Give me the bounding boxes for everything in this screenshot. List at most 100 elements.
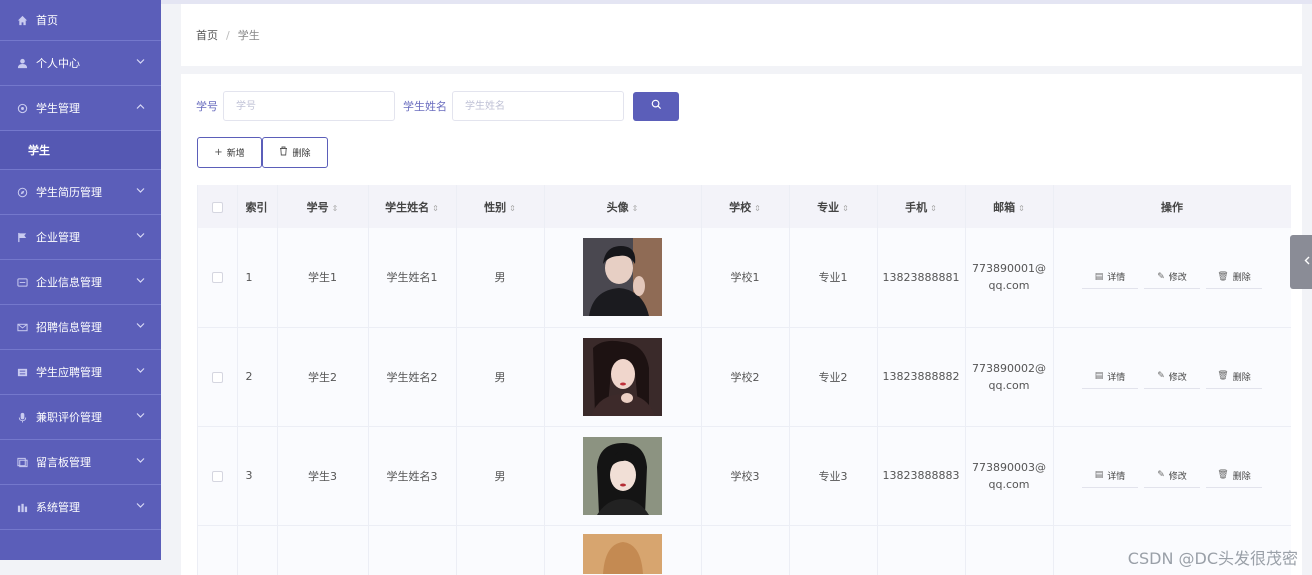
sort-icon[interactable]: ⇕ xyxy=(930,204,937,213)
sidebar-item-label: 企业管理 xyxy=(36,231,80,244)
column-header-gender[interactable]: 性别 ⇕ xyxy=(456,185,545,228)
sidebar-item-label: 系统管理 xyxy=(36,501,80,514)
edit-button[interactable]: ✎ 修改 xyxy=(1144,463,1200,488)
row-checkbox[interactable] xyxy=(198,228,238,328)
add-button[interactable]: + 新增 xyxy=(197,137,262,168)
sidebar-item-resume-management[interactable]: 学生简历管理 xyxy=(0,170,161,215)
row-checkbox[interactable] xyxy=(198,525,238,575)
sidebar-item-student-management[interactable]: 学生管理 xyxy=(0,86,161,131)
cell-gender: 男 xyxy=(456,327,545,427)
sidebar-item-label: 学生 xyxy=(28,144,50,157)
sidebar-item-company-management[interactable]: 企业管理 xyxy=(0,215,161,260)
cell-student-no xyxy=(277,525,369,575)
avatar-photo[interactable] xyxy=(583,238,662,317)
chevron-down-icon xyxy=(136,367,145,377)
delete-button[interactable]: 🗑 删除 xyxy=(1206,364,1262,389)
cell-email: 773890003@ qq.com xyxy=(965,426,1054,526)
sidebar-item-label: 个人中心 xyxy=(36,57,80,70)
select-all-checkbox[interactable] xyxy=(198,185,238,228)
sidebar-item-review-management[interactable]: 兼职评价管理 xyxy=(0,395,161,440)
chevron-down-icon xyxy=(136,457,145,467)
column-header-phone[interactable]: 手机 ⇕ xyxy=(877,185,966,228)
cell-phone xyxy=(877,525,966,575)
sort-icon[interactable]: ⇕ xyxy=(332,204,339,213)
sort-icon[interactable]: ⇕ xyxy=(632,204,639,213)
sidebar-item-system-management[interactable]: 系统管理 xyxy=(0,485,161,530)
batch-delete-button[interactable]: 删除 xyxy=(262,137,328,168)
search-button[interactable] xyxy=(633,91,679,121)
edit-button[interactable]: ✎ 修改 xyxy=(1144,364,1200,389)
sidebar-item-label: 兼职评价管理 xyxy=(36,411,102,424)
sidebar-item-student[interactable]: 学生 xyxy=(0,131,161,170)
row-checkbox[interactable] xyxy=(198,327,238,427)
detail-button[interactable]: ▤ 详情 xyxy=(1082,364,1138,389)
row-checkbox[interactable] xyxy=(198,426,238,526)
cell-actions: ▤ 详情 ✎ 修改 🗑 删除 xyxy=(1053,327,1291,427)
column-header-email[interactable]: 邮箱 ⇕ xyxy=(965,185,1054,228)
cell-phone: 13823888883 xyxy=(877,426,966,526)
folder-icon xyxy=(16,276,28,288)
sidebar-item-label: 学生应聘管理 xyxy=(36,366,102,379)
document-icon: ▤ xyxy=(1094,470,1104,480)
home-icon xyxy=(16,14,28,26)
cell-email: 773890001@ qq.com xyxy=(965,228,1054,328)
cell-avatar xyxy=(544,426,702,526)
sort-icon[interactable]: ⇕ xyxy=(432,204,439,213)
cell-avatar xyxy=(544,327,702,427)
sidebar-item-recruitment-management[interactable]: 招聘信息管理 xyxy=(0,305,161,350)
watermark: CSDN @DC头发很茂密 xyxy=(1127,549,1298,568)
detail-button[interactable]: ▤ 详情 xyxy=(1082,265,1138,290)
cell-index: 2 xyxy=(237,327,278,427)
detail-button[interactable]: ▤ 详情 xyxy=(1082,463,1138,488)
column-header-student-name[interactable]: 学生姓名 ⇕ xyxy=(368,185,457,228)
delete-button[interactable]: 🗑 删除 xyxy=(1206,463,1262,488)
chevron-down-icon xyxy=(136,322,145,332)
delete-button[interactable]: 🗑 删除 xyxy=(1206,265,1262,290)
breadcrumb-current: 学生 xyxy=(237,29,260,42)
sidebar-item-application-management[interactable]: 学生应聘管理 xyxy=(0,350,161,395)
edit-button[interactable]: ✎ 修改 xyxy=(1144,265,1200,290)
column-header-student-no[interactable]: 学号 ⇕ xyxy=(277,185,369,228)
cell-school: 学校1 xyxy=(701,228,790,328)
column-header-actions: 操作 xyxy=(1053,185,1291,228)
sidebar-item-personal-center[interactable]: 个人中心 xyxy=(0,41,161,86)
student-name-input[interactable] xyxy=(452,91,624,121)
column-header-avatar[interactable]: 头像 ⇕ xyxy=(544,185,702,228)
cell-student-name: 学生姓名2 xyxy=(368,327,457,427)
avatar-photo[interactable] xyxy=(583,533,662,574)
sidebar-item-message-board-management[interactable]: 留言板管理 xyxy=(0,440,161,485)
message-icon xyxy=(16,456,28,468)
sort-icon[interactable]: ⇕ xyxy=(754,204,761,213)
table-row: 3 学生3 学生姓名3 男 学校3 专业3 13823888883 773890… xyxy=(198,426,1291,526)
cell-student-no: 学生3 xyxy=(277,426,369,526)
student-no-label: 学号 xyxy=(196,100,218,113)
search-icon xyxy=(651,99,662,113)
sidebar-item-company-info-management[interactable]: 企业信息管理 xyxy=(0,260,161,305)
cell-phone: 13823888882 xyxy=(877,327,966,427)
sort-icon[interactable]: ⇕ xyxy=(509,204,516,213)
chevron-up-icon xyxy=(136,103,145,113)
student-no-input[interactable] xyxy=(223,91,395,121)
sort-icon[interactable]: ⇕ xyxy=(842,204,849,213)
avatar-photo[interactable] xyxy=(583,436,662,515)
column-header-school[interactable]: 学校 ⇕ xyxy=(701,185,790,228)
trash-icon: 🗑 xyxy=(1217,371,1229,381)
sort-icon[interactable]: ⇕ xyxy=(1018,204,1025,213)
chart-icon xyxy=(16,501,28,513)
column-header-major[interactable]: 专业 ⇕ xyxy=(789,185,878,228)
collapse-panel-tab[interactable] xyxy=(1290,235,1312,289)
cell-school: 学校2 xyxy=(701,327,790,427)
cell-gender: 男 xyxy=(456,228,545,328)
cell-major: 专业2 xyxy=(789,327,878,427)
cell-actions: ▤ 详情 ✎ 修改 🗑 删除 xyxy=(1053,228,1291,328)
document-icon: ▤ xyxy=(1094,371,1104,381)
cell-student-name: 学生姓名1 xyxy=(368,228,457,328)
cell-index: 1 xyxy=(237,228,278,328)
avatar-photo[interactable] xyxy=(583,337,662,416)
cell-school: 学校3 xyxy=(701,426,790,526)
sidebar-item-home[interactable]: 首页 xyxy=(0,0,161,41)
cell-avatar xyxy=(544,228,702,328)
chevron-down-icon xyxy=(136,277,145,287)
breadcrumb-home[interactable]: 首页 xyxy=(196,27,218,43)
cell-school xyxy=(701,525,790,575)
